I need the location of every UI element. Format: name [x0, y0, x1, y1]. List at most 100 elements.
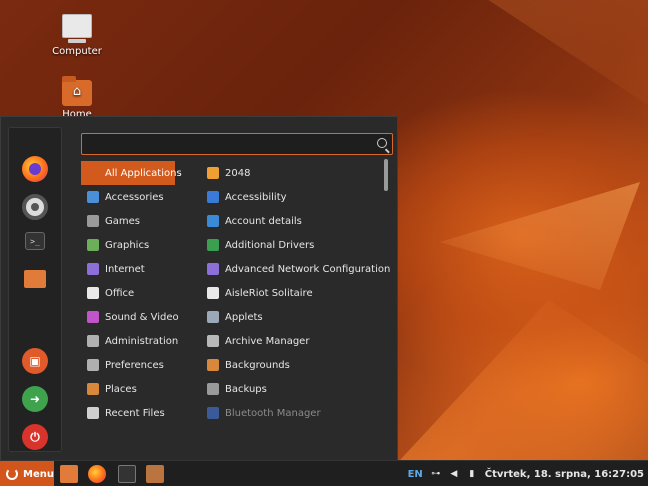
- battery-icon[interactable]: ▮: [467, 469, 477, 479]
- application-item-icon: [207, 287, 219, 299]
- settings-icon[interactable]: [22, 194, 48, 220]
- desktop-icon-computer[interactable]: Computer: [37, 14, 117, 57]
- application-item-icon: [207, 239, 219, 251]
- clock[interactable]: Čtvrtek, 18. srpna, 16:27:05: [485, 469, 644, 480]
- application-item-icon: [207, 167, 219, 179]
- application-item-label: Advanced Network Configuration: [225, 263, 391, 275]
- category-item[interactable]: Administration: [81, 329, 191, 353]
- folder-icon[interactable]: [24, 270, 46, 288]
- category-item-label: Preferences: [105, 359, 164, 371]
- application-item-label: AisleRiot Solitaire: [225, 287, 313, 299]
- category-item-label: Accessories: [105, 191, 164, 203]
- desktop-icon-label: Computer: [52, 46, 102, 57]
- category-item[interactable]: Graphics: [81, 233, 191, 257]
- application-item[interactable]: Archive Manager: [201, 329, 381, 353]
- search-input[interactable]: [88, 136, 368, 152]
- home-folder-icon: ⌂: [62, 76, 92, 106]
- category-item[interactable]: Internet: [81, 257, 191, 281]
- search-box: [81, 133, 393, 155]
- category-item-label: Office: [105, 287, 135, 299]
- application-item[interactable]: Advanced Network Configuration: [201, 257, 390, 281]
- menu-icon: [6, 468, 18, 480]
- category-item-icon: [87, 167, 99, 179]
- application-item[interactable]: Account details: [201, 209, 381, 233]
- category-item[interactable]: Recent Files: [81, 401, 191, 425]
- category-item[interactable]: Sound & Video: [81, 305, 191, 329]
- category-item-icon: [87, 383, 99, 395]
- favorites-bar: >_ ▣ ➜ ⏻: [8, 127, 62, 452]
- application-item[interactable]: Backups: [201, 377, 381, 401]
- volume-icon[interactable]: ◀: [449, 469, 459, 479]
- application-item-label: Accessibility: [225, 191, 287, 203]
- application-item-icon: [207, 191, 219, 203]
- category-item[interactable]: Office: [81, 281, 191, 305]
- category-item-label: Places: [105, 383, 137, 395]
- application-item[interactable]: Applets: [201, 305, 381, 329]
- application-item[interactable]: 2048: [201, 161, 381, 185]
- application-menu: >_ ▣ ➜ ⏻ All Applications Accessories Game…: [0, 116, 398, 460]
- application-item-label: Account details: [225, 215, 302, 227]
- application-item-icon: [207, 335, 219, 347]
- application-item-icon: [207, 263, 219, 275]
- category-item-label: Internet: [105, 263, 145, 275]
- application-item[interactable]: Accessibility: [201, 185, 381, 209]
- desktop-icon-home[interactable]: ⌂ Home: [37, 76, 117, 120]
- category-item-label: All Applications: [105, 167, 182, 179]
- computer-icon: [62, 14, 92, 43]
- category-item-label: Graphics: [105, 239, 150, 251]
- category-item-icon: [87, 359, 99, 371]
- application-item-label: Archive Manager: [225, 335, 310, 347]
- category-item-label: Games: [105, 215, 140, 227]
- category-item[interactable]: Accessories: [81, 185, 191, 209]
- menu-button[interactable]: Menu: [0, 461, 54, 486]
- category-item[interactable]: Games: [81, 209, 191, 233]
- application-item[interactable]: Backgrounds: [201, 353, 381, 377]
- application-item[interactable]: Additional Drivers: [201, 233, 381, 257]
- application-item-icon: [207, 407, 219, 419]
- category-item[interactable]: All Applications: [81, 161, 182, 185]
- category-item-icon: [87, 311, 99, 323]
- power-icon[interactable]: ⏻: [22, 424, 48, 450]
- category-item[interactable]: Places: [81, 377, 191, 401]
- category-item-icon: [87, 215, 99, 227]
- taskbar-folder-icon[interactable]: [146, 465, 164, 483]
- application-list: 2048 Accessibility Account details Addition…: [201, 161, 390, 425]
- application-item-label: 2048: [225, 167, 251, 179]
- category-item-icon: [87, 263, 99, 275]
- category-item-icon: [87, 407, 99, 419]
- keyboard-layout-indicator[interactable]: EN: [408, 469, 423, 480]
- category-list: All Applications Accessories Games Graphics…: [81, 161, 191, 425]
- lock-icon[interactable]: ▣: [22, 348, 48, 374]
- category-item-icon: [87, 287, 99, 299]
- application-item-icon: [207, 359, 219, 371]
- application-item-label: Backgrounds: [225, 359, 290, 371]
- application-item-label: Applets: [225, 311, 263, 323]
- wallpaper-shape: [440, 182, 640, 290]
- category-item-label: Sound & Video: [105, 311, 179, 323]
- taskbar-firefox-icon[interactable]: [88, 465, 106, 483]
- application-item[interactable]: AisleRiot Solitaire: [201, 281, 381, 305]
- category-item-icon: [87, 239, 99, 251]
- scrollbar[interactable]: [384, 159, 388, 191]
- application-item-label: Backups: [225, 383, 267, 395]
- application-item-label: Bluetooth Manager: [225, 407, 321, 419]
- taskbar-files-icon[interactable]: [60, 465, 78, 483]
- taskbar: Menu EN ⊶ ◀ ▮ Čtvrtek, 18. srpna, 16:27:…: [0, 460, 648, 486]
- category-item-label: Administration: [105, 335, 179, 347]
- wallpaper-shape: [488, 0, 648, 105]
- application-item-icon: [207, 383, 219, 395]
- taskbar-terminal-icon[interactable]: [118, 465, 136, 483]
- terminal-icon[interactable]: >_: [25, 232, 45, 250]
- category-item-icon: [87, 191, 99, 203]
- wallpaper-shape: [400, 300, 648, 460]
- firefox-icon[interactable]: [22, 156, 48, 182]
- category-item[interactable]: Preferences: [81, 353, 191, 377]
- application-item[interactable]: Bluetooth Manager: [201, 401, 381, 425]
- system-tray: EN ⊶ ◀ ▮ Čtvrtek, 18. srpna, 16:27:05: [408, 461, 644, 486]
- application-item-icon: [207, 311, 219, 323]
- search-icon[interactable]: [377, 138, 387, 148]
- logout-icon[interactable]: ➜: [22, 386, 48, 412]
- application-item-label: Additional Drivers: [225, 239, 315, 251]
- network-icon[interactable]: ⊶: [431, 469, 441, 479]
- menu-button-label: Menu: [23, 468, 54, 480]
